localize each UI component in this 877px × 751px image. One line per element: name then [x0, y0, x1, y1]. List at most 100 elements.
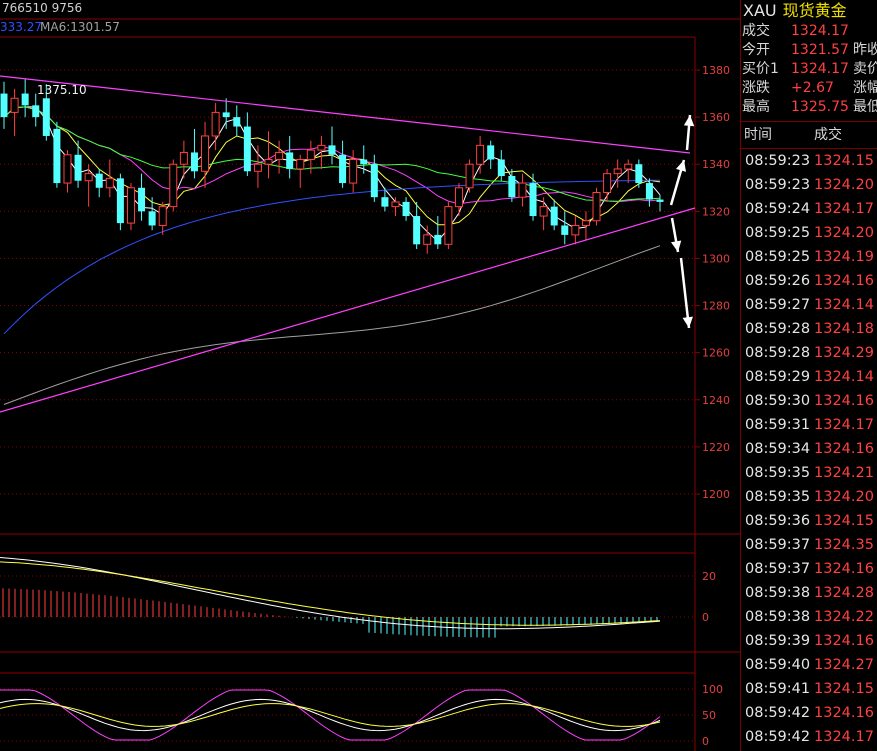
candle-body	[635, 164, 643, 184]
tick-time: 08:59:28	[745, 345, 811, 361]
tick-time: 08:59:23	[745, 153, 811, 169]
candle-body	[138, 187, 146, 212]
quote-rows: 成交1324.17今开1321.57昨收买价11324.17卖价涨跌+2.67涨…	[741, 22, 877, 117]
candle-body	[179, 151, 188, 165]
tick-price: 1324.16	[814, 633, 874, 649]
tick-row: 08:59:42 1324.16	[741, 701, 877, 725]
ma-blue-label: 333.27	[0, 20, 42, 34]
tick-row: 08:59:28 1324.18	[741, 317, 877, 341]
tick-row: 08:59:37 1324.16	[741, 557, 877, 581]
candle-body	[370, 164, 378, 198]
candle-body	[476, 144, 485, 165]
tick-time: 08:59:37	[745, 537, 811, 553]
tick-price: 1324.18	[814, 321, 874, 337]
candle-body	[296, 159, 305, 170]
candle-body	[253, 163, 262, 172]
tick-price: 1324.15	[814, 513, 874, 529]
tick-price: 1324.16	[814, 705, 874, 721]
y-axis: 1380 1360 1340 1320 1300 1280 1260 1240 1220 1200…	[695, 64, 730, 748]
quote-label: 今开	[742, 42, 770, 58]
lower-trend-line	[0, 207, 696, 413]
candle-body	[592, 191, 601, 222]
candle-body	[497, 159, 505, 176]
candle-body	[84, 173, 93, 182]
quote-label: 涨跌	[742, 80, 770, 96]
candle-body	[126, 187, 135, 224]
tick-time: 08:59:29	[745, 369, 811, 385]
candle-body	[381, 197, 389, 207]
tick-list[interactable]: 08:59:23 1324.15 08:59:23 1324.20 08:59:24 13…	[741, 149, 877, 749]
candle-body	[349, 159, 358, 184]
candle-body	[613, 168, 622, 175]
tick-row: 08:59:36 1324.15	[741, 509, 877, 533]
tick-header-price: 成交	[814, 127, 842, 143]
quote-label-2: 昨收	[853, 42, 877, 58]
tick-time: 08:59:38	[745, 609, 811, 625]
candle-body	[158, 206, 167, 226]
tick-price: 1324.17	[814, 201, 874, 217]
candle-body	[487, 145, 495, 160]
tick-row: 08:59:25 1324.19	[741, 245, 877, 269]
candle-body	[95, 173, 103, 188]
candle-body	[21, 93, 29, 106]
tick-header-time: 时间	[744, 127, 772, 143]
ma-yellow-line	[3, 106, 661, 226]
ma-blue-line	[3, 179, 661, 335]
candle-body	[603, 173, 612, 193]
quote-panel: XAU现货黄金 成交1324.17今开1321.57昨收买价11324.17卖价…	[740, 0, 877, 751]
y-tick-label: 1340	[702, 158, 730, 171]
quote-value: 1321.57	[791, 42, 849, 58]
quote-value: +2.67	[791, 80, 834, 96]
quote-label: 买价1	[742, 61, 779, 77]
candle-body	[413, 216, 421, 245]
quote-value: 1324.17	[791, 61, 849, 77]
tick-price: 1324.16	[814, 441, 874, 457]
tick-time: 08:59:31	[745, 417, 811, 433]
tick-price: 1324.22	[814, 609, 874, 625]
chart-area: 1380 1360 1340 1320 1300 1280 1260 1240 1220 1200…	[0, 1, 740, 751]
tick-row: 08:59:35 1324.20	[741, 485, 877, 509]
arrows	[669, 114, 695, 329]
high-annotation: 1375.10	[37, 83, 87, 97]
quote-row: 买价1 1324.17卖价	[741, 60, 877, 79]
tick-row: 08:59:41 1324.15	[741, 677, 877, 701]
candle-body	[423, 234, 432, 245]
candle-body	[656, 199, 664, 202]
ma-gray-label: MA6:1301.57	[40, 20, 120, 34]
candle-body	[328, 145, 336, 155]
tick-price: 1324.21	[814, 465, 874, 481]
candle-body	[571, 224, 580, 236]
y-tick-label: 1220	[702, 441, 730, 454]
candle-body	[561, 225, 569, 235]
candle-body	[624, 163, 633, 170]
kdj-tick-label: 50	[702, 709, 716, 722]
macd-tick-label: 20	[702, 570, 716, 583]
tick-row: 08:59:23 1324.15	[741, 149, 877, 173]
candle-body	[518, 182, 527, 198]
candle-body	[211, 111, 220, 137]
candle-body	[339, 154, 347, 184]
candle-body	[581, 220, 590, 226]
candle-body	[434, 234, 442, 245]
quote-label: 成交	[742, 23, 770, 39]
candle-body	[74, 154, 82, 181]
quote-row: 成交 1324.17	[741, 22, 877, 41]
tick-row: 08:59:40 1324.27	[741, 653, 877, 677]
candle-body	[454, 187, 463, 208]
candle-body	[508, 176, 516, 198]
tick-price: 1324.17	[814, 729, 874, 745]
tick-price: 1324.35	[814, 537, 874, 553]
tick-row: 08:59:34 1324.16	[741, 437, 877, 461]
candle-body	[169, 163, 178, 208]
candle-body	[286, 152, 294, 169]
candle-body	[465, 163, 474, 189]
candle-body	[32, 105, 40, 118]
tick-time: 08:59:26	[745, 273, 811, 289]
tick-price: 1324.16	[814, 393, 874, 409]
tick-time: 08:59:27	[745, 297, 811, 313]
upper-trend-line	[0, 75, 691, 154]
arrow-head	[670, 240, 682, 252]
tick-table-header: 时间 成交	[741, 121, 877, 149]
candle-body	[306, 149, 315, 161]
tick-price: 1324.29	[814, 345, 874, 361]
